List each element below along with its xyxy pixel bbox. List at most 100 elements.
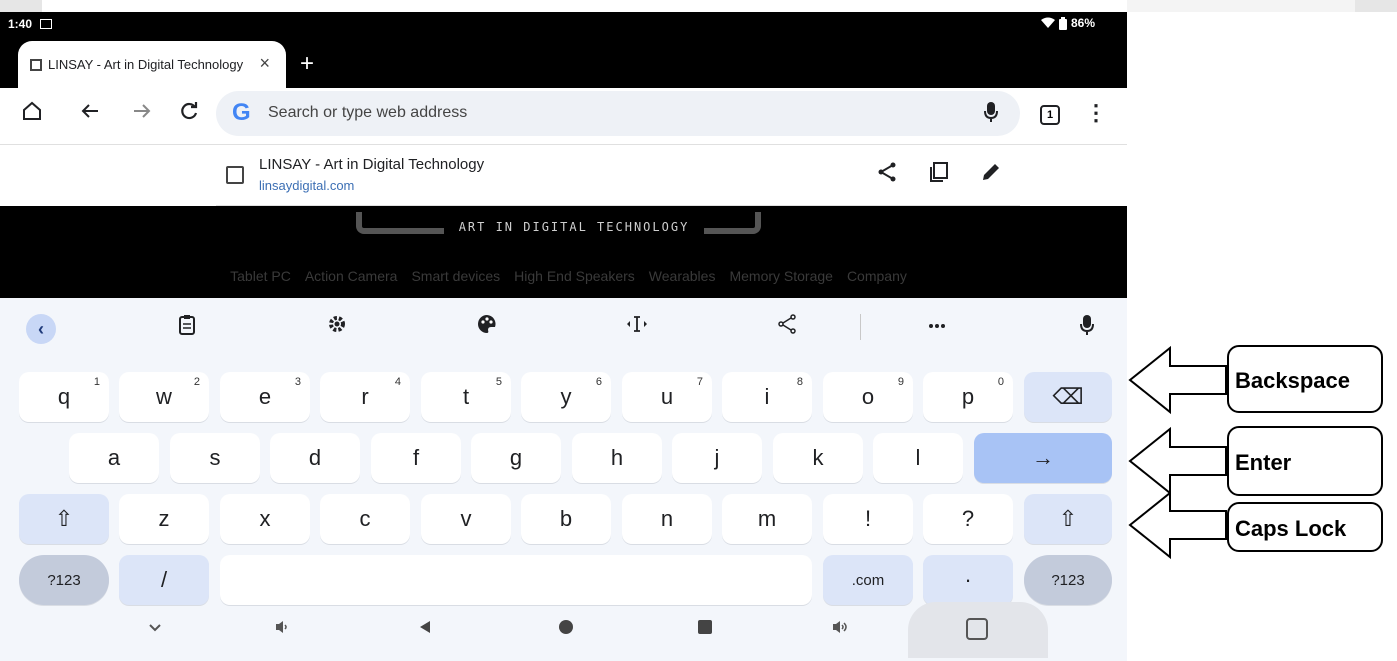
wifi-icon [1040, 17, 1055, 28]
dotcom-key[interactable]: .com [823, 555, 913, 605]
suggestion-favicon-icon [226, 166, 244, 184]
palette-icon[interactable] [472, 314, 502, 340]
system-nav-bar [0, 602, 1127, 661]
key-g[interactable]: g [471, 433, 561, 483]
symbols-key-left[interactable]: ?123 [19, 555, 109, 605]
shift-key-left[interactable]: ⇧ [19, 494, 109, 544]
key-y[interactable]: y6 [521, 372, 611, 422]
space-bar[interactable] [220, 555, 812, 605]
copy-icon[interactable] [928, 161, 950, 189]
tablet-screen: 1:40 86% LINSAY - Art in Digital Technol… [0, 12, 1127, 661]
screenshot-button[interactable] [908, 602, 1048, 658]
clipboard-icon[interactable] [172, 314, 202, 342]
site-nav-item[interactable]: Company [847, 268, 907, 284]
site-nav-item[interactable]: Memory Storage [729, 268, 832, 284]
arrow-left-icon [1128, 345, 1227, 415]
toolbar-divider [860, 314, 861, 340]
key-t[interactable]: t5 [421, 372, 511, 422]
omnibox-suggestion[interactable]: LINSAY - Art in Digital Technology linsa… [0, 144, 1127, 206]
page-favicon-icon [30, 58, 42, 71]
onscreen-keyboard: ‹ q 1 w 2 e 3 r 4 t 5 y 6 u 7 i 8 o 9 p … [0, 298, 1127, 661]
hide-keyboard-chevron-icon[interactable] [140, 618, 170, 641]
site-nav-item[interactable]: Wearables [649, 268, 716, 284]
suggestion-url: linsaydigital.com [259, 178, 355, 193]
gear-icon[interactable] [322, 314, 352, 340]
key-a[interactable]: a [69, 433, 159, 483]
symbols-key-right[interactable]: ?123 [1024, 555, 1112, 605]
shift-icon: ⇧ [1058, 506, 1078, 531]
screenshot-page: 1:40 86% LINSAY - Art in Digital Technol… [0, 0, 1397, 661]
mic-icon[interactable] [1072, 314, 1102, 342]
voice-search-icon[interactable] [984, 101, 998, 129]
back-arrow-icon[interactable] [76, 100, 104, 128]
key-v[interactable]: v [421, 494, 511, 544]
key-b[interactable]: b [521, 494, 611, 544]
site-nav-item[interactable]: High End Speakers [514, 268, 635, 284]
window-corner-left [0, 0, 42, 12]
site-nav-item[interactable]: Smart devices [411, 268, 500, 284]
tab-strip: LINSAY - Art in Digital Technology × + [0, 40, 1127, 88]
key-w[interactable]: w2 [119, 372, 209, 422]
address-bar[interactable]: G Search or type web address [216, 91, 1020, 136]
window-strip [1127, 0, 1355, 12]
text-cursor-icon[interactable] [622, 314, 652, 340]
key-o[interactable]: o9 [823, 372, 913, 422]
new-tab-button[interactable]: + [300, 50, 314, 78]
edit-pencil-icon[interactable] [980, 161, 1002, 189]
close-tab-icon[interactable]: × [259, 53, 270, 74]
home-icon[interactable] [18, 100, 46, 128]
key-i[interactable]: i8 [722, 372, 812, 422]
recents-square-icon[interactable] [690, 618, 720, 641]
key-x[interactable]: x [220, 494, 310, 544]
enter-arrow-icon: → [1032, 445, 1054, 470]
key-q[interactable]: q1 [19, 372, 109, 422]
key-f[interactable]: f [371, 433, 461, 483]
tab-linsay[interactable]: LINSAY - Art in Digital Technology × [18, 41, 286, 88]
more-dots-icon[interactable] [922, 314, 952, 340]
key-k[interactable]: k [773, 433, 863, 483]
screenshot-icon [966, 618, 988, 640]
key-slash[interactable]: / [119, 555, 209, 605]
key-s[interactable]: s [170, 433, 260, 483]
enter-key[interactable]: → [974, 433, 1112, 483]
key-d[interactable]: d [270, 433, 360, 483]
shift-icon: ⇧ [54, 506, 74, 531]
key-j[interactable]: j [672, 433, 762, 483]
menu-dots-icon[interactable]: ⋮ [1085, 100, 1107, 126]
key-h[interactable]: h [572, 433, 662, 483]
key-e[interactable]: e3 [220, 372, 310, 422]
share-icon[interactable] [772, 314, 802, 340]
key-u[interactable]: u7 [622, 372, 712, 422]
volume-down-icon[interactable] [267, 618, 297, 641]
key-p[interactable]: p0 [923, 372, 1013, 422]
address-input[interactable]: Search or type web address [268, 104, 467, 122]
status-time: 1:40 [8, 17, 33, 31]
battery-icon [1058, 16, 1067, 30]
shift-key-right[interactable]: ⇧ [1024, 494, 1112, 544]
key-c[interactable]: c [320, 494, 410, 544]
arrow-left-icon [1128, 426, 1227, 496]
home-circle-icon[interactable] [551, 618, 581, 641]
site-nav-item[interactable]: Tablet PC [230, 268, 291, 284]
key-l[interactable]: l [873, 433, 963, 483]
key-r[interactable]: r4 [320, 372, 410, 422]
key-period[interactable]: · [923, 555, 1013, 605]
tab-switcher-button[interactable]: 1 [1040, 105, 1060, 125]
status-bar: 1:40 86% [0, 12, 1127, 40]
key-n[interactable]: n [622, 494, 712, 544]
key-z[interactable]: z [119, 494, 209, 544]
back-triangle-icon[interactable] [410, 618, 440, 641]
forward-arrow-icon[interactable] [128, 100, 156, 128]
site-nav-item[interactable]: Action Camera [305, 268, 398, 284]
key-m[interactable]: m [722, 494, 812, 544]
arrow-left-icon [1128, 490, 1227, 560]
key-question[interactable]: ? [923, 494, 1013, 544]
caps-lock-label: Caps Lock [1227, 502, 1383, 552]
tab-title: LINSAY - Art in Digital Technology [48, 57, 244, 72]
backspace-key[interactable]: ⌫ [1024, 372, 1112, 422]
key-exclamation[interactable]: ! [823, 494, 913, 544]
share-icon[interactable] [876, 161, 898, 189]
chevron-left-icon[interactable]: ‹ [26, 314, 56, 344]
reload-icon[interactable] [175, 100, 203, 128]
volume-up-icon[interactable] [826, 618, 856, 641]
